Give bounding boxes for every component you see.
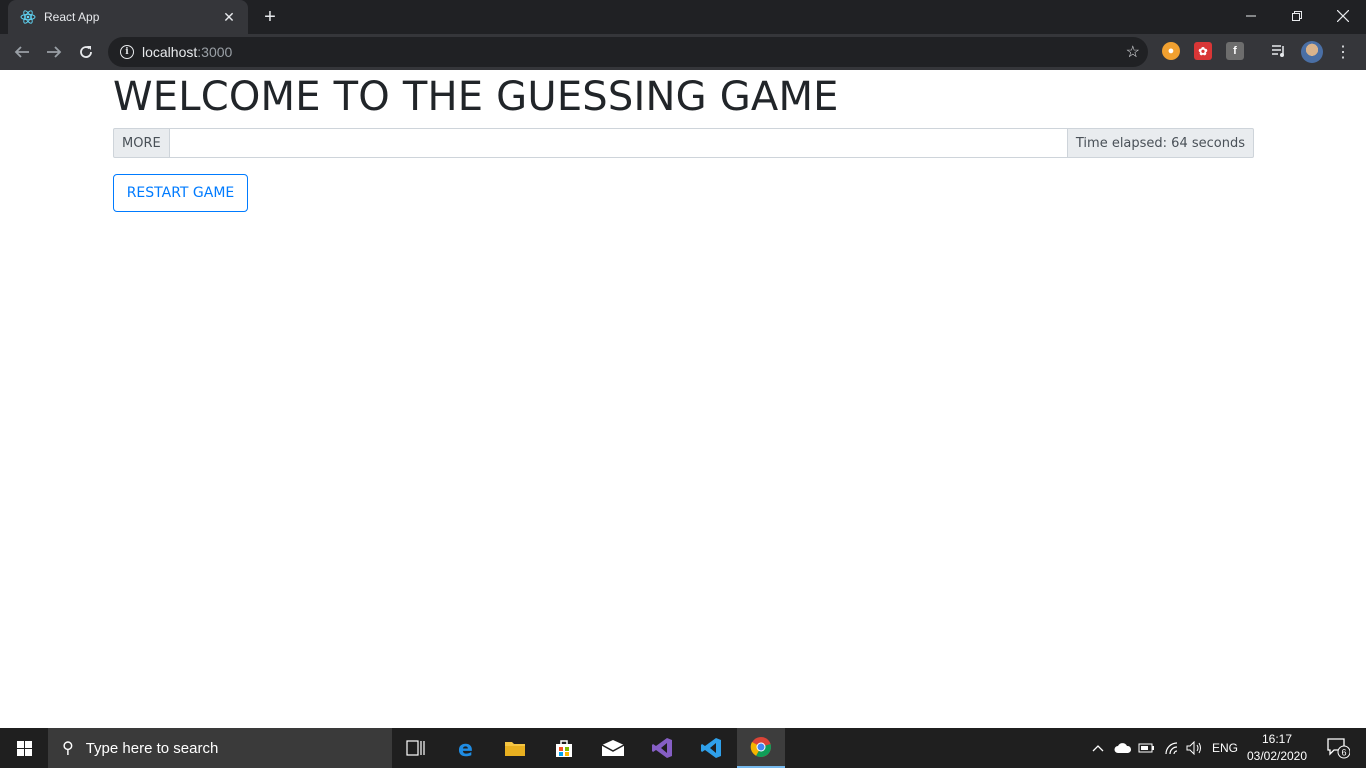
language-indicator[interactable]: ENG [1212, 728, 1238, 768]
extension-owl-icon[interactable]: ● [1162, 42, 1180, 60]
forward-arrow-icon[interactable] [40, 38, 68, 66]
vscode-icon[interactable] [687, 728, 735, 768]
browser-menu-icon[interactable]: ⋮ [1335, 40, 1351, 64]
chrome-icon[interactable] [737, 728, 785, 768]
back-arrow-icon[interactable] [8, 38, 36, 66]
url-host: localhost [142, 44, 198, 60]
task-view-icon[interactable] [392, 728, 440, 768]
notification-count: 6 [1341, 748, 1346, 758]
page-title: WELCOME TO THE GUESSING GAME [113, 74, 839, 120]
search-icon: ⚲ [62, 740, 74, 757]
react-logo-icon [20, 9, 36, 25]
system-clock[interactable]: 16:17 03/02/2020 [1244, 731, 1310, 765]
file-explorer-icon[interactable] [491, 728, 539, 768]
time-elapsed-label: Time elapsed: 64 seconds [1066, 128, 1254, 158]
minimize-icon[interactable] [1228, 0, 1274, 32]
clock-date: 03/02/2020 [1246, 749, 1308, 763]
profile-avatar[interactable] [1301, 41, 1323, 63]
close-tab-icon[interactable]: ✕ [220, 8, 238, 26]
browser-toolbar: i localhost:3000 ☆ ● ✿ f ⋮ [0, 34, 1366, 70]
address-bar[interactable]: i localhost:3000 ☆ [108, 37, 1148, 67]
volume-icon[interactable] [1186, 728, 1204, 768]
site-info-icon[interactable]: i [120, 45, 134, 59]
visual-studio-icon[interactable] [638, 728, 686, 768]
guess-input[interactable] [169, 128, 1067, 158]
new-tab-icon[interactable]: + [258, 6, 282, 28]
windows-taskbar: ⚲ Type here to search e ENG 16:17 03/02/… [0, 728, 1366, 768]
microsoft-store-icon[interactable] [540, 728, 588, 768]
facebook-extension-icon[interactable]: f [1226, 42, 1244, 60]
search-placeholder: Type here to search [85, 739, 219, 757]
mail-icon[interactable] [589, 728, 637, 768]
show-hidden-icons-icon[interactable] [1092, 728, 1106, 768]
notification-center-icon[interactable]: 6 [1318, 728, 1358, 768]
edge-browser-icon[interactable]: e [443, 728, 491, 768]
media-controls-icon[interactable] [1270, 42, 1288, 60]
reload-icon[interactable] [72, 38, 100, 66]
restart-game-button[interactable]: RESTART GAME [113, 174, 248, 212]
tab-title: React App [44, 10, 100, 24]
battery-icon[interactable] [1138, 728, 1156, 768]
svg-text:e: e [458, 737, 473, 759]
bookmark-star-icon[interactable]: ☆ [1126, 42, 1140, 62]
extension-red-icon[interactable]: ✿ [1194, 42, 1212, 60]
browser-tab-strip: React App ✕ + [0, 0, 1366, 34]
wifi-icon[interactable] [1164, 728, 1182, 768]
onedrive-cloud-icon[interactable] [1114, 728, 1132, 768]
browser-tab[interactable]: React App ✕ [8, 0, 248, 34]
restore-icon[interactable] [1274, 0, 1320, 32]
url-port: :3000 [197, 44, 233, 60]
page-content: WELCOME TO THE GUESSING GAME MORE Time e… [0, 70, 1366, 728]
guess-input-group: MORE Time elapsed: 64 seconds [113, 128, 1254, 158]
more-label: MORE [113, 128, 170, 158]
windows-start-icon[interactable] [0, 728, 48, 768]
close-window-icon[interactable] [1320, 0, 1366, 32]
clock-time: 16:17 [1261, 732, 1293, 746]
taskbar-search-box[interactable]: ⚲ Type here to search [48, 728, 392, 768]
